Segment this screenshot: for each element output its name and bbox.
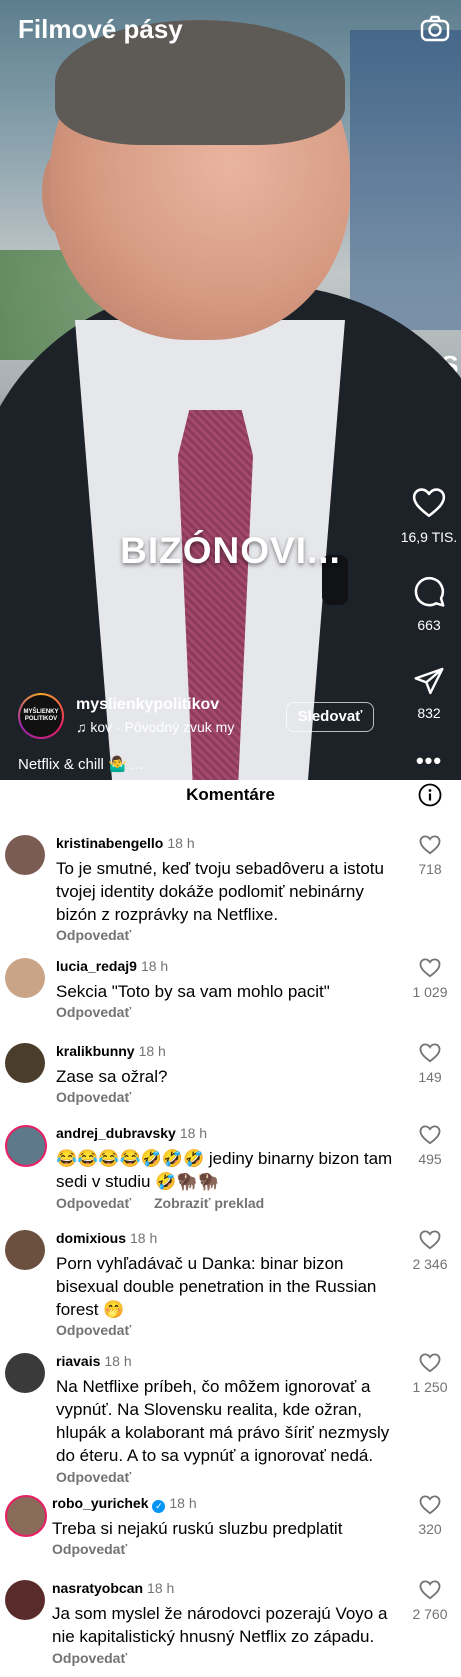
- like-count: 16,9 TIS.: [400, 529, 458, 545]
- comment-like-button[interactable]: 2 346: [400, 1230, 460, 1272]
- comment-avatar[interactable]: [5, 1230, 45, 1270]
- reel-video[interactable]: TIS Filmové pásy BIZÓNOVI... 16,9 TIS. 6…: [0, 0, 461, 780]
- like-action[interactable]: 16,9 TIS.: [398, 487, 460, 545]
- heart-icon: [412, 488, 446, 518]
- comments-title: Komentáre: [186, 785, 275, 804]
- send-icon: [414, 667, 444, 695]
- comment-text: Ja som myslel že národovci pozerajú Voyo…: [52, 1604, 388, 1646]
- comment-like-count: 1 250: [412, 1379, 448, 1395]
- heart-icon: [419, 1495, 441, 1515]
- comment-time: 18 h: [140, 958, 169, 974]
- comment-avatar[interactable]: [5, 1495, 47, 1537]
- comment-username[interactable]: domixious: [56, 1230, 126, 1246]
- comment-avatar[interactable]: [5, 1125, 47, 1167]
- comment-time: 18 h: [104, 1353, 132, 1369]
- share-action[interactable]: 832: [398, 665, 460, 721]
- comments-sheet: Komentáre kristinabengello 18 h To je smu…: [0, 780, 461, 1677]
- comment-text: Treba si nejakú ruskú sluzbu predplatit: [52, 1519, 343, 1538]
- comment-time: 18 h: [138, 1043, 166, 1059]
- music-note-icon: ♫: [76, 719, 91, 735]
- comment-time: 18 h: [179, 1125, 208, 1141]
- author-avatar[interactable]: MYŠLIENKY POLITIKOV: [18, 693, 64, 739]
- comment-text: Porn vyhľadávač u Danka: binar bizon bis…: [56, 1254, 377, 1319]
- comment-like-button[interactable]: 149: [400, 1043, 460, 1085]
- comment-text: Na Netflixe príbeh, čo môžem ignorovať a…: [56, 1377, 390, 1465]
- comment-like-count: 495: [418, 1151, 442, 1167]
- reply-button[interactable]: Odpovedať: [52, 1541, 127, 1557]
- more-options-icon[interactable]: •••: [398, 748, 460, 774]
- comment-time: 18 h: [167, 835, 195, 851]
- comment-icon: [414, 577, 445, 607]
- comment-like-button[interactable]: 1 250: [400, 1353, 460, 1395]
- video-description[interactable]: Netflix & chill 🤷‍♂️ ...: [18, 755, 143, 773]
- reply-button[interactable]: Odpovedať: [56, 1322, 131, 1338]
- comment-like-count: 149: [418, 1069, 442, 1085]
- share-count: 832: [417, 705, 441, 721]
- heart-icon: [419, 1125, 441, 1145]
- comment-text: Sekcia "Toto by sa vam mohlo pacit": [56, 982, 330, 1001]
- author-name[interactable]: myslienkypolitikov: [76, 696, 219, 714]
- verified-icon: ✓: [152, 1500, 166, 1513]
- comment-like-count: 718: [418, 861, 442, 877]
- comment-username[interactable]: lucia_redaj9: [56, 958, 137, 974]
- heart-icon: [419, 1230, 441, 1250]
- reply-button[interactable]: Odpovedať: [56, 1195, 131, 1211]
- heart-icon: [419, 1580, 441, 1600]
- comment-like-button[interactable]: 320: [400, 1495, 460, 1537]
- audio-track[interactable]: ♫ kov · Pôvodný zvuk my: [76, 719, 266, 735]
- comment-avatar[interactable]: [5, 1353, 45, 1393]
- background-screen: [350, 30, 461, 330]
- comment-like-button[interactable]: 718: [400, 835, 460, 877]
- comment-text: 😂😂😂😂🤣🤣🤣 jediny binarny bizon tam sedi v …: [56, 1149, 393, 1191]
- comment-like-button[interactable]: 2 760: [400, 1580, 460, 1622]
- comment-avatar[interactable]: [5, 1043, 45, 1083]
- reply-button[interactable]: Odpovedať: [56, 927, 131, 943]
- translate-button[interactable]: Zobraziť preklad: [154, 1195, 264, 1211]
- comment-avatar[interactable]: [5, 958, 45, 998]
- comment-like-count: 320: [418, 1521, 442, 1537]
- comment-text: Zase sa ožral?: [56, 1067, 168, 1086]
- comment-username[interactable]: nasratyobcan: [52, 1580, 143, 1596]
- comment-like-button[interactable]: 1 029: [400, 958, 460, 1000]
- comment-username[interactable]: kristinabengello: [56, 835, 163, 851]
- comment-like-count: 2 346: [412, 1256, 448, 1272]
- audio-label: kov · Pôvodný zvuk my: [90, 719, 235, 735]
- comment-like-count: 1 029: [412, 984, 448, 1000]
- info-icon[interactable]: [418, 783, 442, 807]
- comment-username[interactable]: andrej_dubravsky: [56, 1125, 176, 1141]
- comment-time: 18 h: [169, 1495, 197, 1511]
- heart-icon: [419, 1353, 441, 1373]
- comment-username[interactable]: robo_yurichek: [52, 1495, 148, 1511]
- comment-text: To je smutné, keď tvoju sebadôveru a ist…: [56, 859, 384, 924]
- avatar-logo: MYŠLIENKY POLITIKOV: [20, 695, 62, 737]
- comment-username[interactable]: riavais: [56, 1353, 100, 1369]
- comment-like-button[interactable]: 495: [400, 1125, 460, 1167]
- comment-username[interactable]: kralikbunny: [56, 1043, 135, 1059]
- comment-time: 18 h: [147, 1580, 175, 1596]
- reply-button[interactable]: Odpovedať: [52, 1650, 127, 1666]
- video-caption: BIZÓNOVI...: [120, 530, 341, 571]
- comment-avatar[interactable]: [5, 835, 45, 875]
- reply-button[interactable]: Odpovedať: [56, 1089, 131, 1105]
- heart-icon: [419, 958, 441, 978]
- comment-count: 663: [417, 617, 441, 633]
- reply-button[interactable]: Odpovedať: [56, 1004, 131, 1020]
- comment-action[interactable]: 663: [398, 575, 460, 633]
- page-title: Filmové pásy: [18, 14, 183, 44]
- comment-time: 18 h: [130, 1230, 158, 1246]
- comment-avatar[interactable]: [5, 1580, 45, 1620]
- heart-icon: [419, 835, 441, 855]
- camera-icon[interactable]: [420, 14, 450, 44]
- heart-icon: [419, 1043, 441, 1063]
- reply-button[interactable]: Odpovedať: [56, 1469, 131, 1485]
- follow-button[interactable]: Sledovať: [286, 702, 374, 732]
- comment-like-count: 2 760: [412, 1606, 448, 1622]
